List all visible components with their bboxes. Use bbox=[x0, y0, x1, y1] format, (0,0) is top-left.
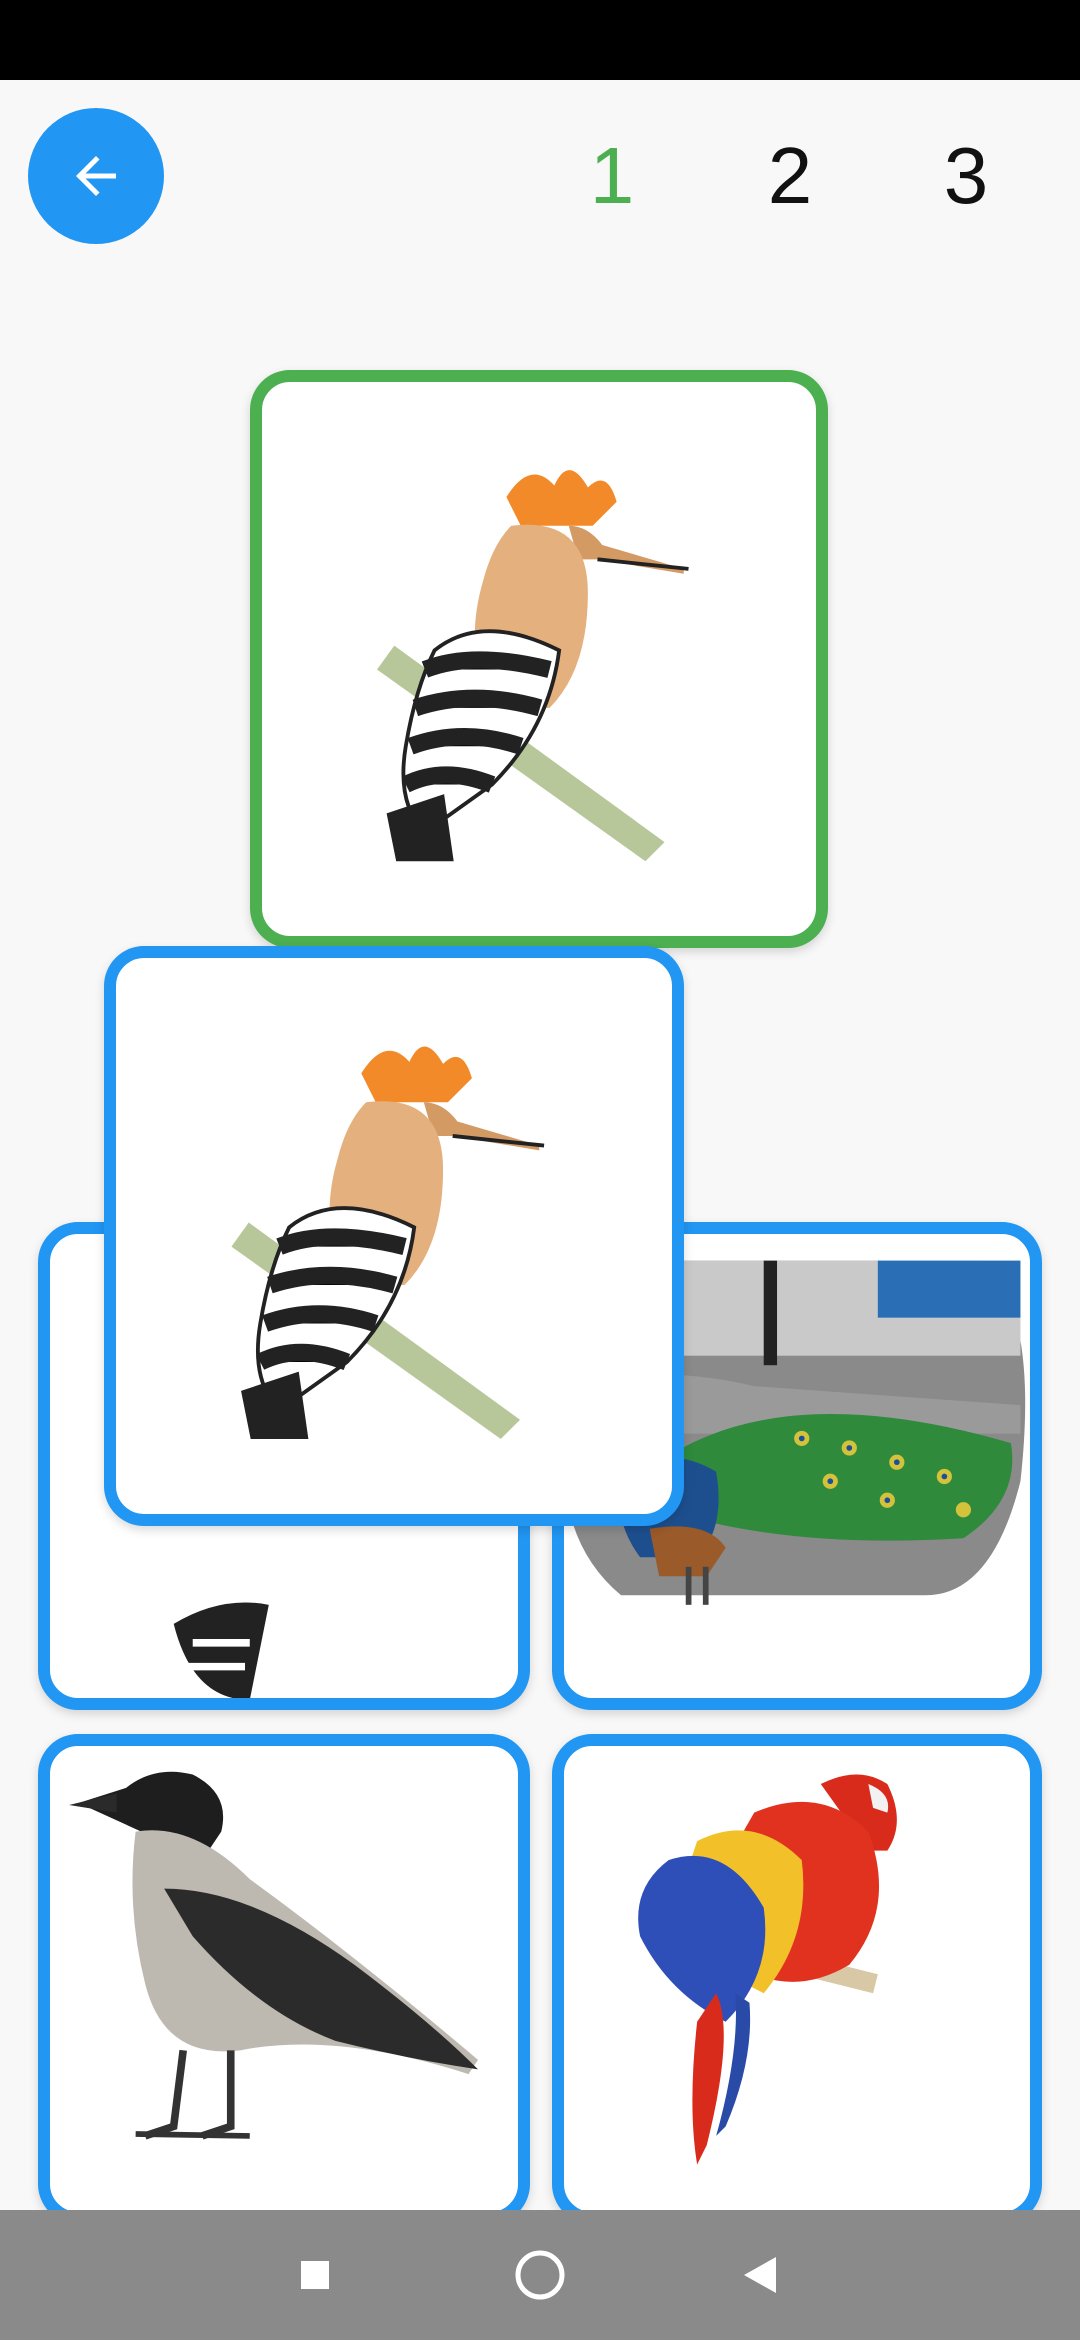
home-button[interactable] bbox=[470, 2210, 610, 2340]
nav-back-button[interactable] bbox=[690, 2210, 830, 2340]
circle-home-icon bbox=[515, 2250, 565, 2300]
step-indicator-1: 1 bbox=[589, 131, 635, 220]
dragged-card-hoopoe[interactable] bbox=[104, 946, 684, 1526]
step-indicator-2: 2 bbox=[767, 131, 813, 220]
recents-button[interactable] bbox=[245, 2210, 385, 2340]
answer-card-macaw[interactable] bbox=[552, 1734, 1042, 2224]
target-card-hoopoe bbox=[250, 370, 828, 948]
scarlet-macaw-image bbox=[638, 1774, 897, 2165]
status-bar bbox=[0, 0, 1080, 80]
answer-card-crow[interactable] bbox=[38, 1734, 530, 2224]
hoopoe-bird-image bbox=[231, 1046, 545, 1439]
arrow-left-icon bbox=[76, 156, 116, 196]
hoopoe-bird-image bbox=[377, 470, 689, 862]
system-nav-bar bbox=[0, 2210, 1080, 2340]
back-button[interactable] bbox=[28, 108, 164, 244]
triangle-back-icon bbox=[744, 2257, 776, 2293]
hooded-crow-image bbox=[69, 1771, 479, 2140]
square-recents-icon bbox=[301, 2261, 329, 2289]
step-indicator-3: 3 bbox=[943, 131, 989, 220]
